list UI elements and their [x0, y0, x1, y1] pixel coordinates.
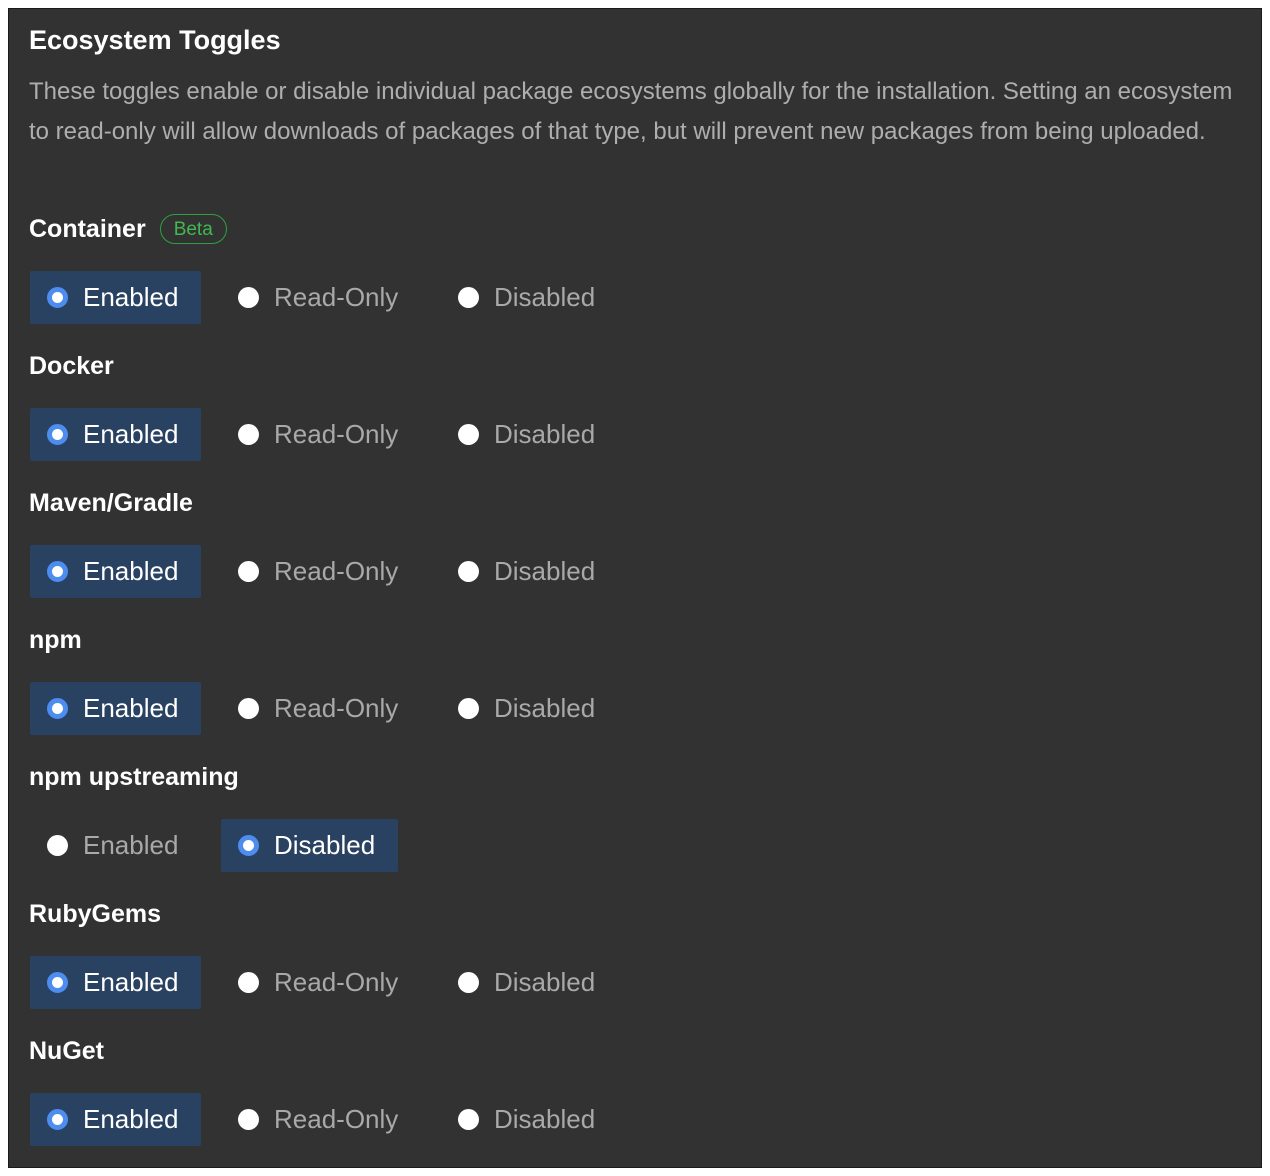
radio-selected-icon[interactable]: [238, 835, 259, 856]
radio-option-npm-enabled[interactable]: Enabled: [30, 682, 201, 735]
radio-selected-icon[interactable]: [47, 1109, 68, 1130]
ecosystem-group-nuget: NuGet Enabled Read-Only Disabled: [9, 1034, 1261, 1164]
radio-option-label: Disabled: [494, 1104, 596, 1134]
radio-unselected-icon[interactable]: [238, 698, 259, 719]
radio-selected-icon[interactable]: [47, 424, 68, 445]
radio-unselected-icon[interactable]: [238, 561, 259, 582]
radio-option-label: Read-Only: [274, 419, 399, 449]
ecosystem-label: Docker: [29, 349, 114, 383]
radio-option-rubygems-read-only[interactable]: Read-Only: [221, 956, 421, 1009]
radio-option-label: Disabled: [494, 419, 596, 449]
radio-option-label: Disabled: [494, 693, 596, 723]
radio-option-label: Disabled: [274, 830, 376, 860]
radio-option-label: Enabled: [83, 282, 179, 312]
ecosystem-label: npm upstreaming: [29, 760, 239, 794]
radio-option-docker-enabled[interactable]: Enabled: [30, 408, 201, 461]
radio-option-npm-upstreaming-enabled[interactable]: Enabled: [30, 819, 201, 872]
ecosystem-name: Maven/Gradle: [29, 489, 193, 517]
radio-option-label: Read-Only: [274, 693, 399, 723]
radio-unselected-icon[interactable]: [458, 972, 479, 993]
ecosystem-name: npm: [29, 626, 82, 654]
radio-option-container-read-only[interactable]: Read-Only: [221, 271, 421, 324]
radio-option-docker-read-only[interactable]: Read-Only: [221, 408, 421, 461]
radio-option-npm-read-only[interactable]: Read-Only: [221, 682, 421, 735]
radio-unselected-icon[interactable]: [458, 1109, 479, 1130]
radio-option-docker-disabled[interactable]: Disabled: [441, 408, 618, 461]
ecosystem-label: NuGet: [29, 1034, 104, 1068]
ecosystem-group-npm: npm Enabled Read-Only Disabled: [9, 623, 1261, 753]
panel-title: Ecosystem Toggles: [29, 25, 281, 55]
radio-option-label: Enabled: [83, 967, 179, 997]
radio-unselected-icon[interactable]: [238, 424, 259, 445]
ecosystem-group-maven-gradle: Maven/Gradle Enabled Read-Only Disabled: [9, 486, 1261, 616]
radio-option-container-disabled[interactable]: Disabled: [441, 271, 618, 324]
ecosystem-toggles-panel: Ecosystem Toggles These toggles enable o…: [8, 8, 1262, 1168]
ecosystem-name: npm upstreaming: [29, 763, 239, 791]
radio-unselected-icon[interactable]: [458, 561, 479, 582]
radio-selected-icon[interactable]: [47, 972, 68, 993]
radio-unselected-icon[interactable]: [238, 972, 259, 993]
ecosystem-label: Container Beta: [29, 212, 227, 246]
ecosystem-group-container: Container Beta Enabled Read-Only Disabled: [9, 212, 1261, 342]
radio-option-label: Enabled: [83, 1104, 179, 1134]
ecosystem-name: Docker: [29, 352, 114, 380]
radio-option-container-enabled[interactable]: Enabled: [30, 271, 201, 324]
radio-unselected-icon[interactable]: [458, 287, 479, 308]
radio-option-maven-gradle-enabled[interactable]: Enabled: [30, 545, 201, 598]
radio-unselected-icon[interactable]: [47, 835, 68, 856]
panel-description: These toggles enable or disable individu…: [29, 78, 1233, 145]
radio-option-label: Read-Only: [274, 967, 399, 997]
ecosystem-group-npm-upstreaming: npm upstreaming Enabled Disabled: [9, 760, 1261, 890]
ecosystem-label: npm: [29, 623, 82, 657]
radio-selected-icon[interactable]: [47, 698, 68, 719]
radio-option-maven-gradle-read-only[interactable]: Read-Only: [221, 545, 421, 598]
ecosystem-label: RubyGems: [29, 897, 161, 931]
radio-option-nuget-disabled[interactable]: Disabled: [441, 1093, 618, 1146]
ecosystem-group-docker: Docker Enabled Read-Only Disabled: [9, 349, 1261, 479]
radio-option-nuget-enabled[interactable]: Enabled: [30, 1093, 201, 1146]
radio-option-maven-gradle-disabled[interactable]: Disabled: [441, 545, 618, 598]
radio-unselected-icon[interactable]: [458, 424, 479, 445]
radio-option-npm-disabled[interactable]: Disabled: [441, 682, 618, 735]
radio-option-label: Read-Only: [274, 1104, 399, 1134]
radio-option-label: Enabled: [83, 693, 179, 723]
ecosystem-label: Maven/Gradle: [29, 486, 193, 520]
radio-unselected-icon[interactable]: [458, 698, 479, 719]
radio-option-nuget-read-only[interactable]: Read-Only: [221, 1093, 421, 1146]
radio-option-rubygems-enabled[interactable]: Enabled: [30, 956, 201, 1009]
radio-option-label: Enabled: [83, 556, 179, 586]
radio-option-label: Disabled: [494, 282, 596, 312]
radio-option-label: Read-Only: [274, 282, 399, 312]
ecosystem-name: NuGet: [29, 1037, 104, 1065]
radio-unselected-icon[interactable]: [238, 1109, 259, 1130]
radio-option-label: Disabled: [494, 556, 596, 586]
radio-selected-icon[interactable]: [47, 561, 68, 582]
radio-option-label: Read-Only: [274, 556, 399, 586]
radio-option-npm-upstreaming-disabled[interactable]: Disabled: [221, 819, 398, 872]
ecosystem-group-rubygems: RubyGems Enabled Read-Only Disabled: [9, 897, 1261, 1027]
radio-option-label: Enabled: [83, 419, 179, 449]
radio-unselected-icon[interactable]: [238, 287, 259, 308]
radio-option-rubygems-disabled[interactable]: Disabled: [441, 956, 618, 1009]
ecosystem-name: Container: [29, 215, 146, 243]
radio-option-label: Disabled: [494, 967, 596, 997]
radio-option-label: Enabled: [83, 830, 179, 860]
beta-badge: Beta: [159, 214, 227, 244]
ecosystem-name: RubyGems: [29, 900, 161, 928]
radio-selected-icon[interactable]: [47, 287, 68, 308]
